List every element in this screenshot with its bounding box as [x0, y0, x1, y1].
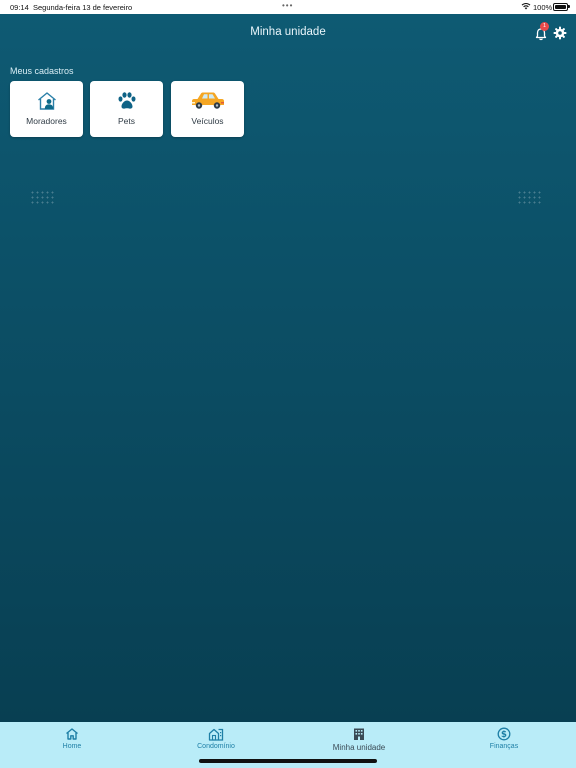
- building-icon: [299, 727, 419, 741]
- card-label: Veículos: [191, 116, 224, 126]
- card-label: Pets: [117, 116, 135, 126]
- dollar-icon: $: [444, 727, 564, 741]
- page-title: Minha unidade: [250, 26, 326, 38]
- condo-icon: [156, 727, 276, 741]
- status-date: Segunda-feira 13 de fevereiro: [33, 3, 133, 12]
- status-bar: 09:14 Segunda-feira 13 de fevereiro ••• …: [0, 0, 576, 14]
- card-pets[interactable]: Pets: [90, 81, 163, 137]
- battery-icon: [553, 3, 568, 11]
- nav-home[interactable]: Home: [12, 727, 132, 750]
- nav-label: Finanças: [489, 743, 519, 750]
- card-veiculos[interactable]: Veículos: [171, 81, 244, 137]
- home-indicator[interactable]: [199, 759, 377, 763]
- paw-icon: [90, 90, 163, 112]
- nav-label: Home: [62, 743, 82, 750]
- nav-minha-unidade[interactable]: Minha unidade: [299, 727, 419, 752]
- nav-label: Condomínio: [197, 743, 235, 750]
- status-time: 09:14: [10, 3, 29, 12]
- svg-text:$: $: [501, 730, 507, 740]
- nav-label: Minha unidade: [332, 743, 386, 752]
- battery-percent: 100%: [533, 3, 553, 12]
- car-icon: [171, 90, 244, 112]
- notification-badge: 1: [540, 22, 549, 31]
- nav-condominio[interactable]: Condomínio: [156, 727, 276, 750]
- nav-financas[interactable]: $ Finanças: [444, 727, 564, 750]
- multitask-dots[interactable]: •••: [282, 1, 293, 10]
- card-label: Moradores: [26, 116, 67, 126]
- background-dots-left: [30, 190, 54, 206]
- battery-tip: [568, 5, 570, 8]
- section-title: Meus cadastros: [10, 66, 74, 76]
- gear-icon[interactable]: [553, 26, 567, 40]
- house-person-icon: [10, 90, 83, 112]
- home-icon: [12, 727, 132, 741]
- wifi-icon: [521, 2, 531, 12]
- main-content: [0, 14, 576, 722]
- card-moradores[interactable]: Moradores: [10, 81, 83, 137]
- background-dots-right: [517, 190, 541, 206]
